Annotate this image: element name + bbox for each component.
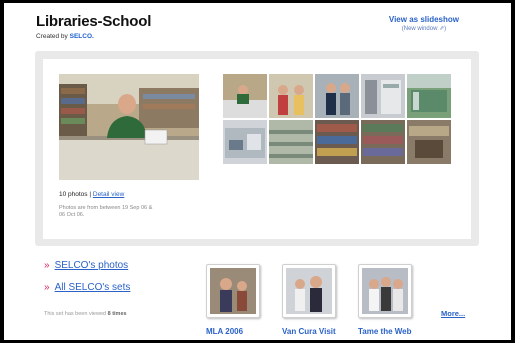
creator-link[interactable]: SELCO. <box>70 33 94 40</box>
selco-photos-link[interactable]: SELCO's photos <box>55 260 129 271</box>
photo-thumbnail[interactable] <box>407 74 451 118</box>
set-title[interactable]: Tame the Web <box>358 327 412 339</box>
bullet-icon: » <box>44 260 50 271</box>
set-thumbnail[interactable] <box>282 264 336 318</box>
more-sets-link[interactable]: More... <box>441 309 465 318</box>
related-links: » SELCO's photos » All SELCO's sets <box>44 260 130 304</box>
set-title[interactable]: MLA 2006 <box>206 327 260 339</box>
page-title: Libraries-School <box>36 13 152 30</box>
bullet-icon: » <box>44 282 50 293</box>
set-title[interactable]: Van Cura Visit <box>282 327 336 339</box>
photo-count-line: 10 photos | Detail view <box>59 191 124 198</box>
primary-photo[interactable] <box>59 74 199 180</box>
set-item-van-cura[interactable]: Van Cura Visit <box>282 264 336 339</box>
created-by: Created by SELCO. <box>36 33 94 40</box>
set-page: Libraries-School Created by SELCO. View … <box>4 3 511 340</box>
photo-thumbnail[interactable] <box>361 120 405 164</box>
set-thumbnail[interactable] <box>358 264 412 318</box>
detail-view-link[interactable]: Detail view <box>93 191 124 198</box>
new-window-label[interactable]: (New window ⇗) <box>389 25 459 32</box>
thumbnail-grid <box>223 74 451 164</box>
photo-thumbnail[interactable] <box>269 120 313 164</box>
photo-thumbnail[interactable] <box>269 74 313 118</box>
photo-thumbnail[interactable] <box>361 74 405 118</box>
view-count: This set has been viewed 8 times <box>44 311 127 317</box>
photo-panel-inner: 10 photos | Detail view Photos are from … <box>43 59 471 239</box>
all-sets-link[interactable]: All SELCO's sets <box>55 282 131 293</box>
photo-thumbnail[interactable] <box>315 120 359 164</box>
set-item-mla[interactable]: MLA 2006 <box>206 264 260 339</box>
date-range-text: Photos are from between 19 Sep 06 & 06 O… <box>59 205 153 218</box>
views-count: 8 times <box>107 311 127 317</box>
photo-thumbnail[interactable] <box>223 74 267 118</box>
set-item-tame-the-web[interactable]: Tame the Web <box>358 264 412 339</box>
photo-thumbnail[interactable] <box>407 120 451 164</box>
list-item: » All SELCO's sets <box>44 282 130 293</box>
slideshow-link[interactable]: View as slideshow (New window ⇗) <box>389 15 459 32</box>
slideshow-label[interactable]: View as slideshow <box>389 15 459 24</box>
photo-panel: 10 photos | Detail view Photos are from … <box>35 51 479 246</box>
photo-count: 10 photos <box>59 191 88 198</box>
list-item: » SELCO's photos <box>44 260 130 271</box>
photo-thumbnail[interactable] <box>223 120 267 164</box>
set-thumbnail[interactable] <box>206 264 260 318</box>
photo-thumbnail[interactable] <box>315 74 359 118</box>
created-prefix: Created by <box>36 33 68 40</box>
views-prefix: This set has been viewed <box>44 311 107 317</box>
